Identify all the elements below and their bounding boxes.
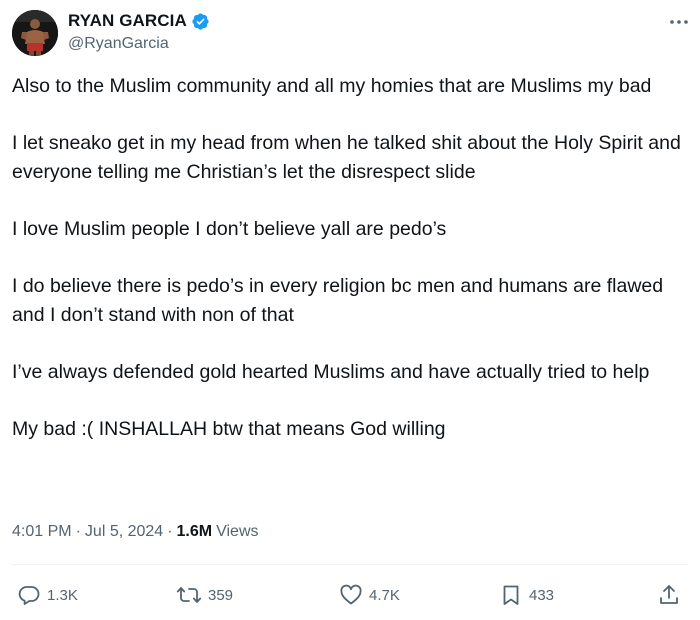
tweet-paragraph: I let sneako get in my head from when he… bbox=[12, 132, 681, 183]
author-display-name[interactable]: RYAN GARCIA bbox=[68, 11, 187, 31]
more-options-button[interactable] bbox=[667, 12, 691, 32]
divider bbox=[12, 564, 688, 565]
author-name-row[interactable]: RYAN GARCIA bbox=[68, 11, 210, 31]
tweet-date[interactable]: Jul 5, 2024 bbox=[85, 523, 163, 541]
meta-separator: · bbox=[75, 523, 81, 540]
avatar-image bbox=[12, 10, 58, 56]
verified-badge-icon bbox=[191, 12, 210, 31]
share-button[interactable] bbox=[657, 580, 681, 610]
tweet-paragraph: I do believe there is pedo’s in every re… bbox=[12, 275, 664, 326]
repost-button[interactable]: 359 bbox=[176, 580, 233, 610]
tweet-time[interactable]: 4:01 PM bbox=[12, 523, 72, 541]
more-dots-icon bbox=[670, 20, 688, 24]
meta-separator: · bbox=[167, 523, 173, 540]
reply-count: 1.3K bbox=[47, 586, 78, 604]
repost-icon bbox=[176, 587, 202, 603]
bookmark-icon bbox=[503, 585, 519, 605]
tweet-paragraph: My bad :( INSHALLAH btw that means God w… bbox=[12, 418, 446, 440]
tweet-meta: 4:01 PM · Jul 5, 2024 · 1.6M Views bbox=[12, 523, 259, 541]
views-count[interactable]: 1.6M bbox=[177, 523, 213, 541]
tweet-paragraph: I love Muslim people I don’t believe yal… bbox=[12, 218, 447, 240]
views-label: Views bbox=[216, 523, 259, 540]
author-handle[interactable]: @RyanGarcia bbox=[68, 35, 169, 53]
tweet-paragraph: I’ve always defended gold hearted Muslim… bbox=[12, 361, 650, 383]
action-bar: 1.3K 359 4.7K 433 bbox=[0, 580, 700, 610]
share-icon bbox=[660, 585, 678, 604]
tweet-paragraph: Also to the Muslim community and all my … bbox=[12, 75, 652, 97]
repost-count: 359 bbox=[208, 586, 234, 604]
like-button[interactable]: 4.7K bbox=[339, 580, 400, 610]
bookmark-count: 433 bbox=[529, 586, 555, 604]
tweet-text: Also to the Muslim community and all my … bbox=[12, 72, 694, 472]
reply-button[interactable]: 1.3K bbox=[17, 580, 78, 610]
reply-icon bbox=[18, 586, 40, 605]
like-count: 4.7K bbox=[369, 586, 400, 604]
heart-icon bbox=[340, 584, 362, 605]
avatar[interactable] bbox=[12, 10, 58, 56]
bookmark-button[interactable]: 433 bbox=[499, 580, 554, 610]
